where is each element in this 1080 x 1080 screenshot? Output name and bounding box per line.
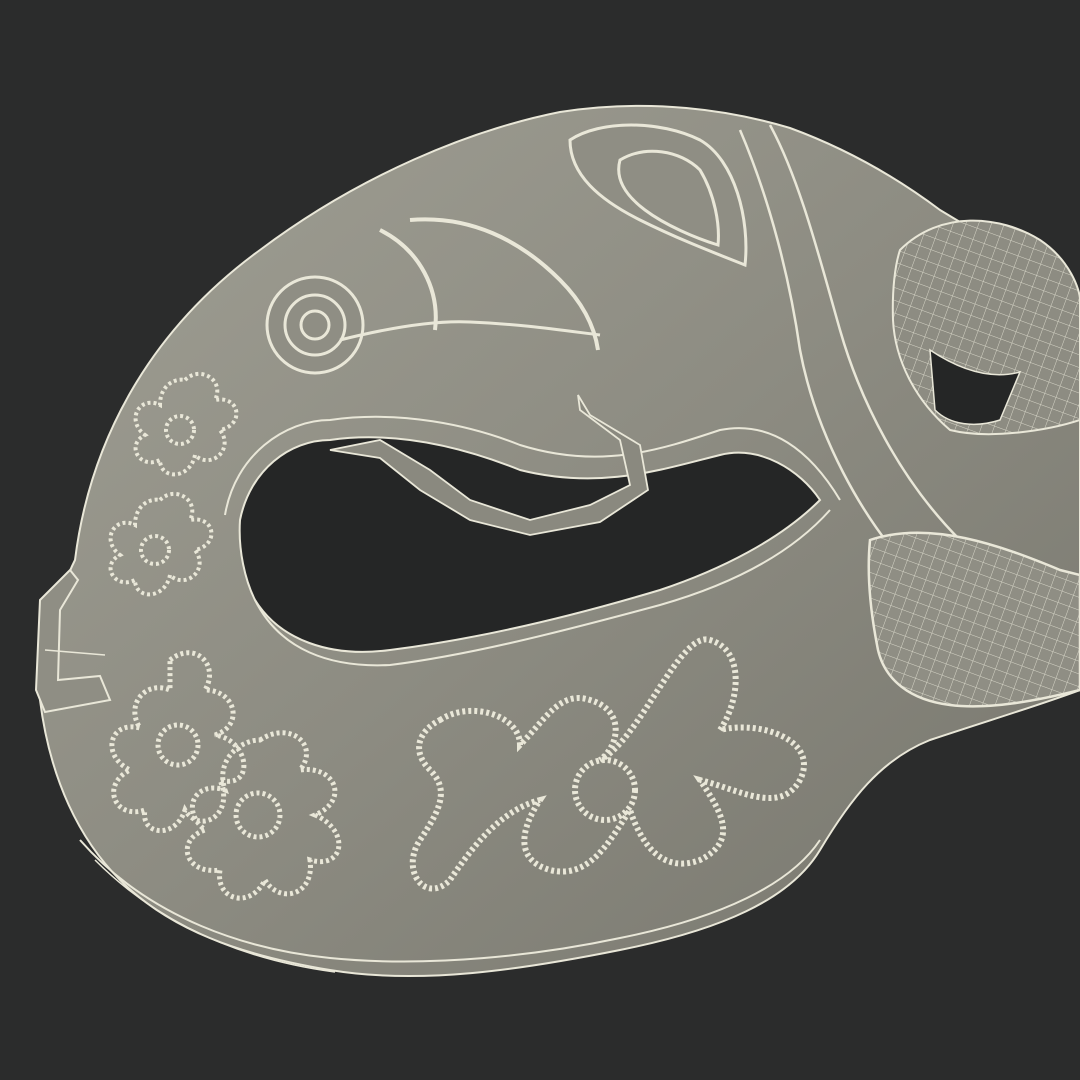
mask-render <box>34 104 1080 978</box>
ornament-spiral <box>265 275 365 375</box>
render-viewport <box>0 0 1080 1080</box>
